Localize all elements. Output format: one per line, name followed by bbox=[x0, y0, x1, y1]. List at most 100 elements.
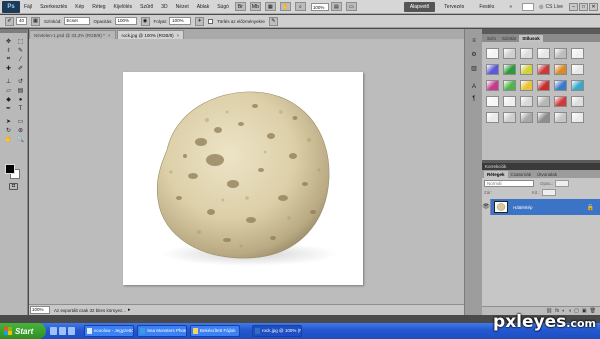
taskbar-item[interactable]: Sea Monsters Photos... bbox=[137, 325, 187, 337]
style-swatch[interactable] bbox=[554, 48, 567, 59]
erase-history-checkbox[interactable] bbox=[208, 18, 214, 24]
workspace-design[interactable]: Tervezés bbox=[438, 2, 470, 12]
style-swatch[interactable] bbox=[486, 96, 499, 107]
style-swatch[interactable] bbox=[486, 80, 499, 91]
style-swatch[interactable] bbox=[520, 80, 533, 91]
style-swatch[interactable] bbox=[571, 96, 584, 107]
pressure-opacity-icon[interactable]: ◉ bbox=[140, 16, 150, 26]
style-swatch[interactable] bbox=[537, 96, 550, 107]
status-menu-arrow-icon[interactable]: ▸ bbox=[128, 307, 131, 313]
eyedropper-tool-icon[interactable]: ⁄ bbox=[15, 55, 26, 64]
search-field[interactable] bbox=[522, 2, 535, 11]
workspace-essentials[interactable]: Alapvető bbox=[403, 1, 436, 12]
swatches-icon[interactable]: ▥ bbox=[469, 65, 479, 73]
3d-rotate-tool-icon[interactable]: ↻ bbox=[3, 126, 14, 135]
menu-image[interactable]: Kép bbox=[71, 4, 88, 10]
menu-filter[interactable]: Szűrő bbox=[136, 4, 157, 10]
style-swatch[interactable] bbox=[503, 48, 516, 59]
style-swatch[interactable] bbox=[503, 64, 516, 75]
gradient-tool-icon[interactable]: ▤ bbox=[15, 86, 26, 95]
tab-channels[interactable]: Csatornák bbox=[508, 171, 535, 178]
style-swatch[interactable] bbox=[537, 64, 550, 75]
crop-tool-icon[interactable]: ⌗ bbox=[3, 55, 14, 64]
style-swatch[interactable] bbox=[486, 112, 499, 123]
style-swatch[interactable] bbox=[554, 96, 567, 107]
tab-color[interactable]: Szín bbox=[484, 35, 499, 42]
style-swatch[interactable] bbox=[537, 48, 550, 59]
foreground-color-swatch[interactable] bbox=[5, 164, 15, 174]
quick-mask-icon[interactable]: ◘ bbox=[9, 183, 18, 190]
taskbar-item[interactable]: rock.jpg @ 100% (R... bbox=[252, 325, 302, 337]
character-icon[interactable]: A bbox=[469, 83, 479, 91]
history-brush-tool-icon[interactable]: ↺ bbox=[15, 77, 26, 86]
adjustments-header[interactable]: Korrekciók bbox=[482, 163, 600, 170]
menu-window[interactable]: Ablak bbox=[193, 4, 214, 10]
browser-icon[interactable] bbox=[59, 327, 66, 335]
style-swatch[interactable] bbox=[520, 96, 533, 107]
tab-paths[interactable]: Útvonalak bbox=[534, 171, 560, 178]
hand-icon[interactable]: ✋ bbox=[279, 2, 291, 11]
minibridge-icon[interactable]: Mb bbox=[249, 2, 261, 11]
style-swatch[interactable] bbox=[520, 64, 533, 75]
status-zoom-field[interactable]: 100% bbox=[30, 306, 50, 314]
menu-select[interactable]: Kijelölés bbox=[110, 4, 137, 10]
style-swatch[interactable] bbox=[503, 112, 516, 123]
taskbar-item[interactable]: Bekészített Fájlok bbox=[190, 325, 240, 337]
layer-opacity-field[interactable] bbox=[555, 179, 570, 187]
style-swatch[interactable] bbox=[486, 64, 499, 75]
hand-tool-icon[interactable]: ✋ bbox=[3, 135, 14, 144]
history-icon[interactable]: ≡ bbox=[469, 37, 479, 45]
mode-select[interactable]: Ecset bbox=[63, 17, 90, 25]
layer-row-background[interactable]: 👁 Háttérkép 🔒 bbox=[482, 199, 600, 215]
grid-icon[interactable]: ▦ bbox=[264, 2, 276, 11]
zoom-level-field[interactable]: 100% bbox=[310, 2, 329, 11]
tab-document-1[interactable]: Névtelen-1.psd @ 33,3% (RGB/8) * × bbox=[29, 30, 116, 39]
brush-preset-icon[interactable]: ✐ bbox=[5, 16, 14, 26]
style-swatch[interactable] bbox=[537, 80, 550, 91]
layer-fill-field[interactable] bbox=[541, 189, 556, 196]
type-tool-icon[interactable]: T bbox=[15, 104, 26, 113]
arrange-icon[interactable]: ▤ bbox=[330, 2, 342, 11]
close-button[interactable]: ✕ bbox=[589, 2, 598, 11]
stamp-tool-icon[interactable]: ⊥ bbox=[3, 77, 14, 86]
tab-layers[interactable]: Rétegek bbox=[484, 171, 508, 178]
tab-close-icon[interactable]: × bbox=[177, 31, 180, 39]
style-swatch[interactable] bbox=[571, 80, 584, 91]
menu-help[interactable]: Súgó bbox=[213, 4, 233, 10]
style-swatch[interactable] bbox=[520, 48, 533, 59]
move-tool-icon[interactable]: ✥ bbox=[3, 37, 14, 46]
menu-3d[interactable]: 3D bbox=[157, 4, 171, 10]
cslive-button[interactable]: ◎ CS Live bbox=[539, 4, 563, 10]
style-swatch[interactable] bbox=[520, 112, 533, 123]
3d-orbit-tool-icon[interactable]: ⊛ bbox=[15, 126, 26, 135]
flow-field[interactable]: 100% bbox=[169, 17, 192, 25]
eraser-tool-icon[interactable]: ▱ bbox=[3, 86, 14, 95]
media-icon[interactable] bbox=[68, 327, 75, 335]
screen-mode-icon[interactable]: ▭ bbox=[345, 2, 357, 11]
image-canvas[interactable] bbox=[123, 72, 363, 285]
pressure-size-icon[interactable]: ✎ bbox=[268, 16, 278, 26]
quick-select-tool-icon[interactable]: ✎ bbox=[15, 46, 26, 55]
tools-panel-handle[interactable] bbox=[0, 29, 27, 33]
brush-tool-icon[interactable]: ✐ bbox=[15, 64, 26, 73]
menu-view[interactable]: Nézet bbox=[172, 4, 193, 10]
tab-swatches[interactable]: Színtár bbox=[499, 35, 519, 42]
brush-size-field[interactable]: 40 bbox=[16, 17, 28, 25]
style-swatch[interactable] bbox=[503, 96, 516, 107]
tab-styles[interactable]: Stílusok bbox=[519, 35, 543, 42]
style-swatch[interactable] bbox=[554, 112, 567, 123]
style-swatch[interactable] bbox=[503, 80, 516, 91]
zoom-icon[interactable]: ⌕ bbox=[294, 2, 306, 11]
style-swatch[interactable] bbox=[571, 112, 584, 123]
menu-file[interactable]: Fájl bbox=[20, 4, 36, 10]
style-swatch[interactable] bbox=[486, 48, 499, 59]
tab-close-icon[interactable]: × bbox=[108, 31, 111, 39]
maximize-button[interactable]: □ bbox=[579, 2, 588, 11]
style-swatch[interactable] bbox=[571, 48, 584, 59]
opacity-field[interactable]: 100% bbox=[114, 17, 137, 25]
workspace-more[interactable]: » bbox=[503, 2, 518, 12]
style-swatch[interactable] bbox=[537, 112, 550, 123]
blur-tool-icon[interactable]: ◆ bbox=[3, 95, 14, 104]
style-swatch[interactable] bbox=[554, 80, 567, 91]
marquee-tool-icon[interactable]: ⬚ bbox=[15, 37, 26, 46]
